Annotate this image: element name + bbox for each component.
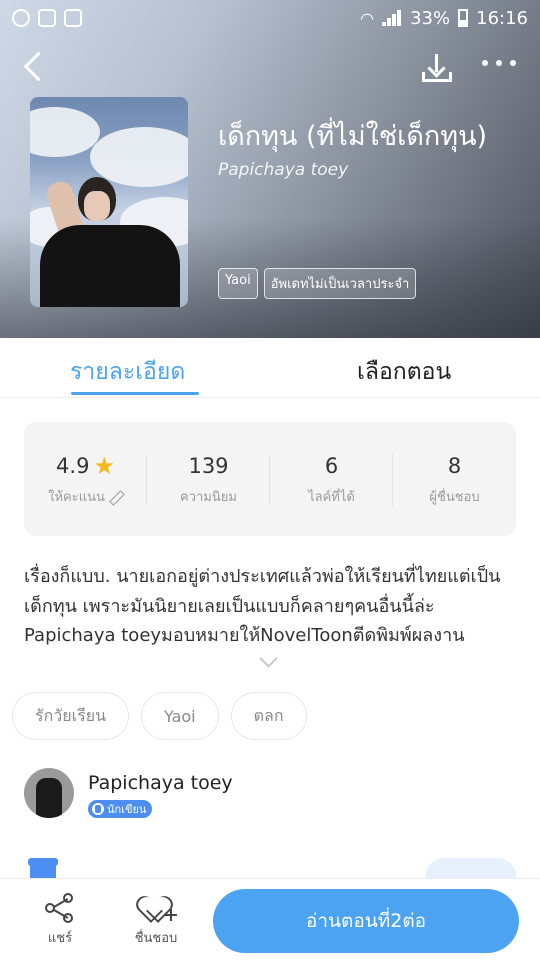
- genre-chip[interactable]: รักวัยเรียน: [12, 692, 130, 740]
- battery-percent: 33%: [410, 7, 451, 29]
- rating-label: ให้คะแนน: [48, 490, 105, 505]
- star-icon: ★: [93, 452, 115, 480]
- share-button[interactable]: แชร์: [30, 893, 90, 948]
- favorite-button[interactable]: ชื่นชอบ: [126, 893, 186, 948]
- stats-card: 4.9 ★ ให้คะแนน 139 ความนิยม 6 ไลค์ที่ได้ …: [24, 422, 516, 536]
- clock: 16:16: [476, 7, 528, 29]
- genre-chips: รักวัยเรียน Yaoi ตลก: [12, 692, 307, 740]
- tab-episodes[interactable]: เลือกตอน: [357, 354, 451, 390]
- genre-chip[interactable]: Yaoi: [141, 692, 219, 740]
- stat-favorites: 8 ผู้ชื่นชอบ: [393, 454, 516, 507]
- stat-popularity: 139 ความนิยม: [147, 454, 270, 507]
- bottom-bar: แชร์ ชื่นชอบ อ่านตอนที่2ต่อ: [0, 878, 540, 960]
- likes-label: ไลค์ที่ได้: [308, 490, 355, 505]
- popularity-value: 139: [188, 454, 229, 478]
- author-avatar[interactable]: [24, 768, 74, 818]
- battery-icon: [458, 9, 469, 27]
- messenger-icon: [12, 9, 30, 27]
- writer-badge: นักเขียน: [88, 800, 153, 818]
- wifi-icon: ◠: [360, 8, 375, 28]
- signal-icon: [382, 10, 402, 26]
- heart-plus-icon: [141, 893, 177, 923]
- tab-indicator: [71, 392, 199, 395]
- book-header: ◠ 33% 16:16 เด็กทุน (ที่ไม่ใช่เด็กทุน) P…: [0, 0, 540, 338]
- writer-badge-icon: [92, 803, 104, 815]
- favorite-label: ชื่นชอบ: [134, 931, 178, 946]
- tag: อัพเดทไม่เป็นเวลาประจำ: [263, 268, 417, 299]
- writer-badge-label: นักเขียน: [107, 803, 147, 816]
- book-title: เด็กทุน (ที่ไม่ใช่เด็กทุน): [218, 121, 488, 152]
- genre-chip[interactable]: ตลก: [230, 692, 307, 740]
- stat-likes: 6 ไลค์ที่ได้: [270, 454, 393, 507]
- continue-reading-button[interactable]: อ่านตอนที่2ต่อ: [213, 889, 519, 953]
- share-icon: [45, 893, 75, 923]
- author-name[interactable]: Papichaya toey: [88, 772, 233, 794]
- book-tags: Yaoi อัพเดทไม่เป็นเวลาประจำ: [218, 268, 417, 299]
- favorites-value: 8: [447, 454, 462, 478]
- download-icon[interactable]: [420, 50, 456, 86]
- share-label: แชร์: [47, 931, 73, 946]
- more-icon[interactable]: [482, 60, 516, 70]
- book-author: Papichaya toey: [218, 160, 349, 180]
- favorites-label: ผู้ชื่นชอบ: [429, 490, 480, 505]
- back-icon[interactable]: [20, 52, 48, 80]
- tag[interactable]: Yaoi: [218, 268, 258, 299]
- expand-chevron-icon[interactable]: [258, 656, 278, 668]
- stat-rating[interactable]: 4.9 ★ ให้คะแนน: [24, 454, 147, 507]
- status-bar: ◠ 33% 16:16: [0, 0, 540, 36]
- book-description: เรื่องก็แบบ. นายเอกอยู่ต่างประเทศแล้วพ่อ…: [24, 566, 501, 646]
- cover-image: [30, 97, 188, 307]
- popularity-label: ความนิยม: [180, 490, 237, 505]
- tab-details[interactable]: รายละเอียด: [70, 354, 185, 390]
- rating-value: 4.9: [56, 454, 90, 478]
- likes-value: 6: [324, 454, 339, 478]
- facebook-icon: [38, 9, 56, 27]
- edit-icon: [109, 490, 123, 504]
- recycle-icon: [64, 9, 82, 27]
- tab-bar: รายละเอียด เลือกตอน: [0, 338, 540, 398]
